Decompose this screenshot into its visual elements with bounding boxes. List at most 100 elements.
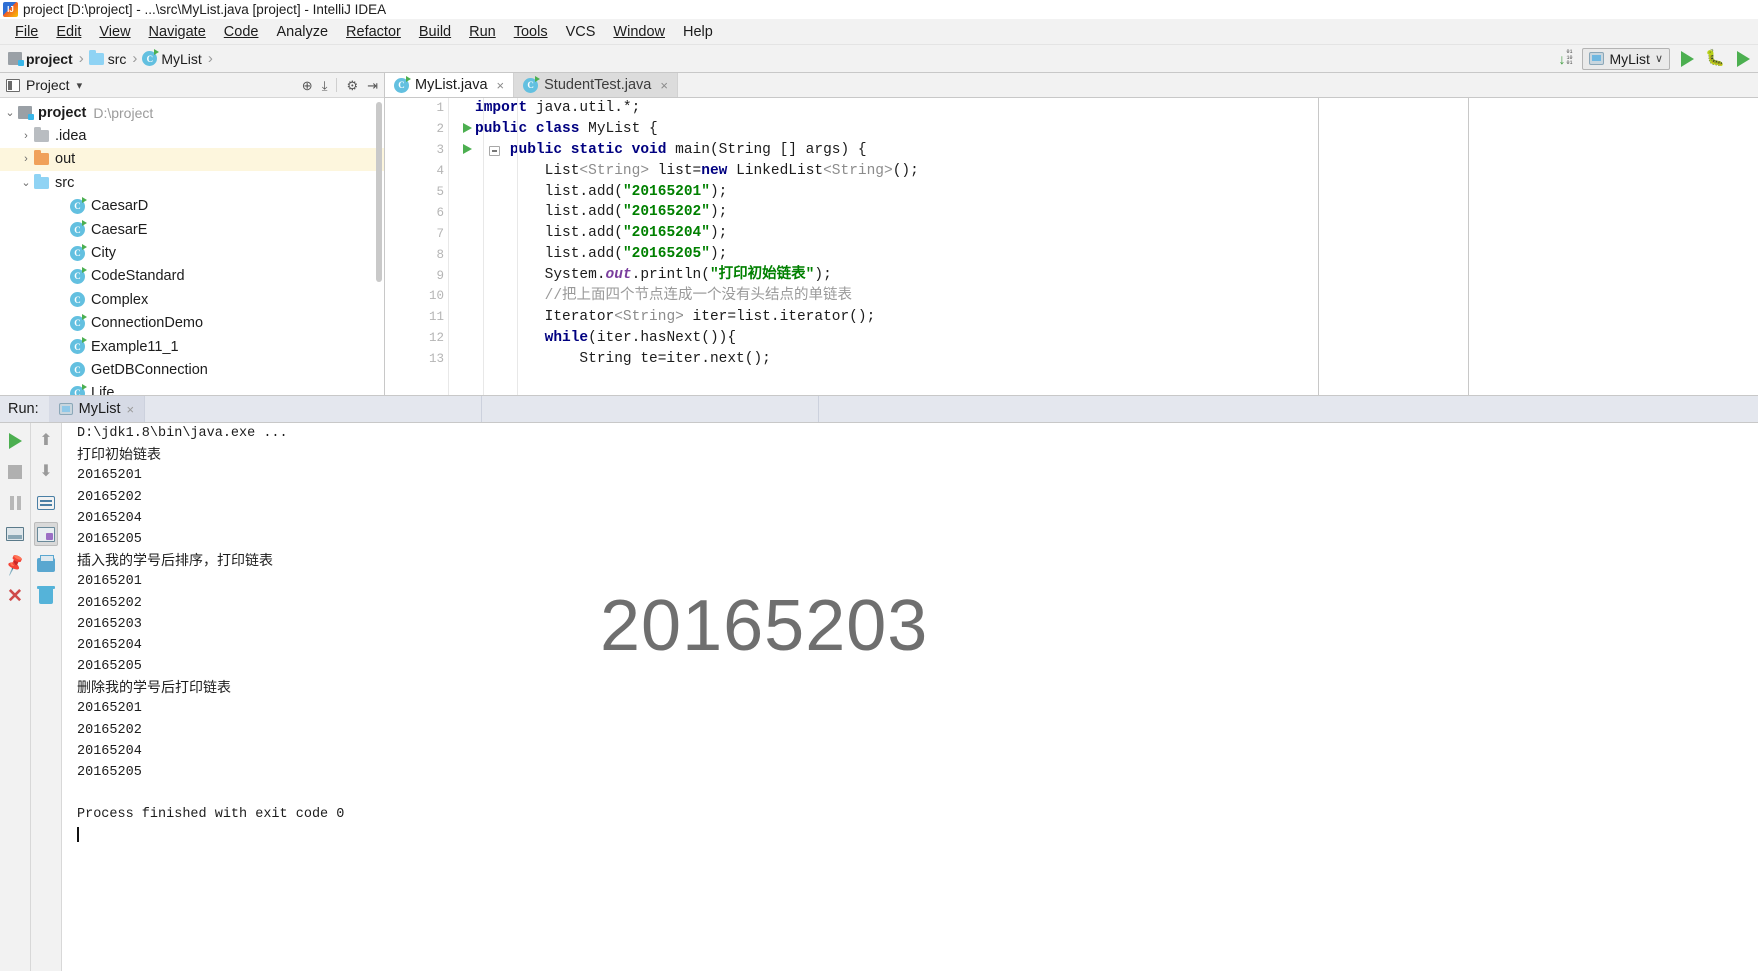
tree-node-caesard[interactable]: C CaesarD	[0, 195, 384, 218]
editor-gutter[interactable]: 1 2 3 4 5 6 7 8 9 10 11 12 13	[385, 98, 500, 395]
tree-node-city[interactable]: C City	[0, 241, 384, 264]
tree-node-example11-1[interactable]: C Example11_1	[0, 335, 384, 358]
menu-file[interactable]: File	[6, 22, 47, 42]
line-number: 13	[428, 352, 444, 367]
breadcrumb-src[interactable]: src	[88, 49, 126, 67]
console-line: 20165201	[77, 701, 142, 717]
collapse-all-icon[interactable]: ⤓	[322, 79, 328, 92]
code-line-1: import java.util.*;	[475, 100, 641, 116]
header-segment	[818, 396, 1758, 422]
run-tool-window-label: Run:	[8, 401, 39, 417]
run-button[interactable]	[1676, 48, 1698, 70]
tab-studenttest-java[interactable]: C StudentTest.java ×	[514, 73, 678, 97]
close-button[interactable]: ✕	[3, 584, 27, 608]
play-icon	[1680, 50, 1694, 67]
menu-navigate[interactable]: Navigate	[140, 22, 215, 42]
tree-node-project-path: D:\project	[93, 104, 154, 121]
tree-node-caesare[interactable]: C CaesarE	[0, 218, 384, 241]
close-icon[interactable]: ×	[660, 78, 668, 93]
project-tree-scrollbar[interactable]	[376, 102, 382, 282]
console-output[interactable]: D:\jdk1.8\bin\java.exe ... 打印初始链表 201652…	[62, 423, 1758, 971]
chevron-expanded-icon[interactable]: ⌄	[18, 176, 34, 189]
menu-help[interactable]: Help	[674, 22, 722, 42]
tab-mylist-java[interactable]: C MyList.java ×	[385, 73, 515, 97]
settings-gear-icon[interactable]: ⚙	[346, 79, 358, 92]
gutter-line: 6	[385, 202, 448, 223]
tree-node-complex[interactable]: C Complex	[0, 288, 384, 311]
code-text-area[interactable]: import java.util.*; public class MyList …	[449, 98, 1318, 395]
java-class-icon: C	[70, 383, 87, 395]
close-icon[interactable]: ×	[497, 78, 505, 93]
menu-analyze[interactable]: Analyze	[267, 22, 337, 42]
breadcrumb-project-label: project	[26, 50, 73, 67]
tree-node-life[interactable]: C Life	[0, 382, 384, 395]
tree-node-example11-1-label: Example11_1	[91, 338, 179, 355]
tree-node-out[interactable]: › out	[0, 147, 384, 172]
hide-panel-icon[interactable]: ⇥	[367, 79, 378, 92]
folder-icon	[34, 173, 49, 189]
project-tool-window-header: Project ▾ ⊕ ⤓ ⚙ ⇥	[0, 73, 384, 98]
toggle-console-button[interactable]	[3, 522, 27, 546]
gutter-line: 9	[385, 265, 448, 286]
menu-help-label: Help	[682, 23, 713, 40]
console-caret-line	[77, 826, 1758, 847]
gutter-line: 4	[385, 161, 448, 182]
menu-build[interactable]: Build	[410, 22, 460, 42]
download-updates-icon[interactable]: ↓ 01 10 01	[1554, 48, 1576, 70]
breadcrumb-mylist[interactable]: C MyList	[142, 49, 202, 67]
pause-icon	[9, 496, 21, 510]
menu-edit[interactable]: Edit	[47, 22, 90, 42]
pause-button[interactable]	[3, 491, 27, 515]
clear-all-button[interactable]	[34, 584, 58, 608]
tree-node-connectiondemo[interactable]: C ConnectionDemo	[0, 312, 384, 335]
scroll-to-end-button[interactable]	[34, 522, 58, 546]
run-tool-window: Run: MyList × 📌 ✕ ⬆ ⬇ D:\jdk1.8\bin\java…	[0, 395, 1758, 971]
tree-node-codestandard[interactable]: C CodeStandard	[0, 265, 384, 288]
menu-vcs[interactable]: VCS	[557, 22, 605, 42]
menu-refactor-label: Refactor	[346, 23, 401, 40]
run-configuration-selector[interactable]: MyList ∨	[1582, 47, 1670, 70]
chevron-collapsed-icon[interactable]: ›	[18, 153, 34, 165]
tree-node-idea[interactable]: › .idea	[0, 124, 384, 147]
breadcrumb-project[interactable]: project	[8, 51, 73, 67]
chevron-collapsed-icon[interactable]: ›	[18, 130, 34, 142]
arrow-down-icon: ⬇	[39, 463, 53, 480]
java-class-icon: C	[394, 75, 411, 93]
rerun-button[interactable]	[3, 429, 27, 453]
scroll-down-button[interactable]: ⬇	[34, 460, 58, 484]
collapse-scope-icon[interactable]: ⊕	[302, 79, 313, 92]
scroll-up-button[interactable]: ⬆	[34, 429, 58, 453]
line-number: 7	[436, 226, 444, 241]
menu-refactor[interactable]: Refactor	[337, 22, 410, 42]
print-button[interactable]	[34, 553, 58, 577]
tree-node-project[interactable]: ⌄ project D:\project	[0, 101, 384, 124]
menu-view[interactable]: View	[90, 22, 139, 42]
tree-node-getdbconnection-label: GetDBConnection	[91, 361, 208, 378]
code-line-8: list.add("20165205");	[475, 246, 728, 263]
tree-node-idea-label: .idea	[55, 128, 87, 145]
run-tab-mylist-label: MyList	[78, 401, 121, 417]
stop-button[interactable]	[3, 460, 27, 484]
run-with-coverage-button[interactable]	[1732, 48, 1754, 70]
tree-node-getdbconnection[interactable]: C GetDBConnection	[0, 358, 384, 381]
console-line: 20165204	[77, 510, 142, 526]
menu-window[interactable]: Window	[604, 22, 674, 42]
pin-tab-button[interactable]: 📌	[2, 553, 28, 577]
down-arrow-icon: ↓	[1558, 50, 1566, 67]
tree-node-complex-label: Complex	[91, 291, 149, 308]
debug-button[interactable]: 🐛	[1704, 48, 1726, 70]
chevron-expanded-icon[interactable]: ⌄	[2, 106, 18, 119]
menu-code[interactable]: Code	[215, 22, 268, 42]
pin-icon: 📌	[2, 554, 28, 577]
menu-tools[interactable]: Tools	[505, 22, 557, 42]
breadcrumb-separator-1: ›	[78, 50, 84, 67]
console-line: 20165205	[77, 765, 142, 780]
close-icon[interactable]: ×	[127, 402, 135, 417]
soft-wrap-button[interactable]	[34, 491, 58, 515]
run-tab-mylist[interactable]: MyList ×	[48, 396, 145, 422]
run-header-spacer	[144, 396, 1758, 422]
menu-run[interactable]: Run	[460, 22, 505, 42]
tree-node-src[interactable]: ⌄ src	[0, 171, 384, 194]
chevron-down-icon[interactable]: ▾	[77, 79, 83, 92]
tree-node-codestandard-label: CodeStandard	[91, 268, 185, 285]
